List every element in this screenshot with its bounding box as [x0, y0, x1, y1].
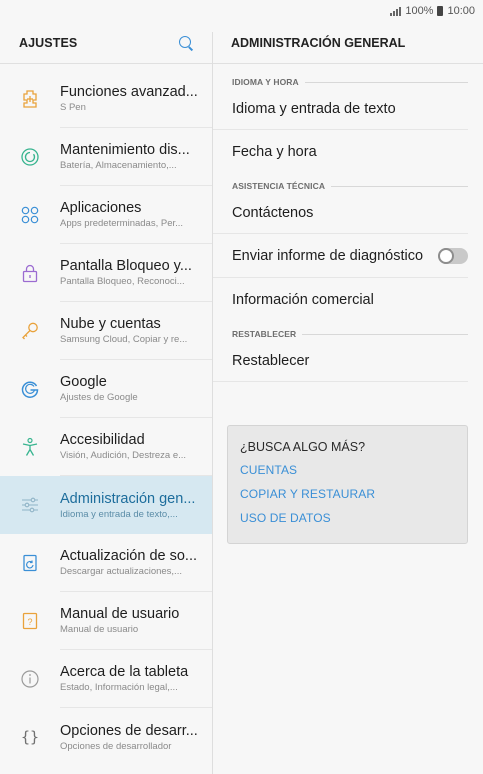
menu-item-advanced-features[interactable]: Funciones avanzad... S Pen — [0, 70, 212, 128]
menu-item-device-maintenance[interactable]: Mantenimiento dis... Batería, Almacenamie… — [0, 128, 212, 186]
battery-percent: 100% — [405, 5, 434, 17]
section-label: RESTABLECER — [232, 329, 297, 339]
menu-item-subtitle: Pantalla Bloqueo, Reconoci... — [60, 276, 185, 287]
svg-text:?: ? — [27, 617, 32, 627]
menu-item-subtitle: Apps predeterminadas, Per... — [60, 218, 184, 229]
accessibility-icon — [0, 437, 60, 457]
svg-text:{}: {} — [21, 728, 39, 746]
section-divider — [304, 81, 468, 83]
menu-item-subtitle: Manual de usuario — [60, 624, 139, 635]
section-reset: RESTABLECER — [213, 328, 483, 340]
settings-header: AJUSTES — [0, 22, 212, 64]
item-label: Fecha y hora — [232, 144, 317, 160]
menu-item-label: Nube y cuentas — [60, 316, 161, 332]
section-language-time: IDIOMA Y HORA — [213, 76, 483, 88]
reset-item[interactable]: Restablecer — [213, 340, 468, 382]
contact-us-item[interactable]: Contáctenos — [213, 192, 468, 234]
status-bar: 100% 10:00 — [0, 0, 483, 22]
section-technical-support: ASISTENCIA TÉCNICA — [213, 180, 483, 192]
menu-item-lock-screen[interactable]: Pantalla Bloqueo y... Pantalla Bloqueo, R… — [0, 244, 212, 302]
general-management-header: ADMINISTRACIÓN GENERAL — [213, 22, 483, 64]
item-label: Enviar informe de diagnóstico — [232, 247, 424, 264]
advanced-features-icon — [0, 89, 60, 109]
diagnostic-report-item[interactable]: Enviar informe de diagnóstico — [213, 234, 468, 278]
language-input-item[interactable]: Idioma y entrada de texto — [213, 88, 468, 130]
menu-item-label: Google — [60, 374, 107, 390]
battery-icon — [437, 6, 444, 16]
menu-item-subtitle: Visión, Audición, Destreza e... — [60, 450, 187, 461]
menu-item-label: Pantalla Bloqueo y... — [60, 258, 192, 274]
menu-item-subtitle: Samsung Cloud, Copiar y re... — [60, 334, 188, 345]
link-data-usage[interactable]: USO DE DATOS — [240, 511, 455, 525]
more-title: ¿BUSCA ALGO MÁS? — [240, 440, 366, 454]
item-label: Información comercial — [232, 292, 374, 308]
menu-item-label: Actualización de so... — [60, 548, 198, 564]
panel-title: ADMINISTRACIÓN GENERAL — [231, 35, 406, 50]
menu-item-accessibility[interactable]: Accesibilidad Visión, Audición, Destreza … — [0, 418, 212, 476]
menu-item-label: Manual de usuario — [60, 606, 180, 622]
menu-item-label: Administración gen... — [60, 490, 196, 507]
lock-icon — [0, 263, 60, 283]
menu-item-user-manual[interactable]: ? Manual de usuario Manual de usuario — [0, 592, 212, 650]
apps-icon — [0, 205, 60, 225]
signal-icon — [390, 6, 402, 16]
menu-item-subtitle: Descargar actualizaciones,... — [60, 566, 182, 577]
link-accounts[interactable]: CUENTAS — [240, 463, 455, 477]
menu-item-label: Funciones avanzad... — [60, 84, 198, 100]
menu-item-subtitle: Estado, Información legal,... — [60, 682, 178, 693]
key-icon — [0, 321, 60, 341]
menu-item-subtitle: Idioma y entrada de texto,... — [60, 508, 178, 520]
menu-item-google[interactable]: Google Ajustes de Google — [0, 360, 212, 418]
section-label: ASISTENCIA TÉCNICA — [232, 181, 326, 191]
menu-item-apps[interactable]: Aplicaciones Apps predeterminadas, Per... — [0, 186, 212, 244]
menu-item-cloud-accounts[interactable]: Nube y cuentas Samsung Cloud, Copiar y re… — [0, 302, 212, 360]
software-update-icon — [0, 553, 60, 573]
menu-item-subtitle: Opciones de desarrollador — [60, 740, 172, 752]
settings-title: AJUSTES — [19, 35, 78, 50]
date-time-item[interactable]: Fecha y hora — [213, 130, 468, 174]
device-maintenance-icon — [0, 147, 60, 167]
menu-item-subtitle: Batería, Almacenamiento,... — [60, 160, 177, 171]
search-icon[interactable] — [178, 35, 194, 51]
menu-item-subtitle: S Pen — [60, 102, 86, 113]
menu-item-subtitle: Ajustes de Google — [60, 392, 138, 403]
diagnostic-toggle[interactable] — [438, 247, 468, 264]
item-label: Idioma y entrada de texto — [232, 100, 396, 117]
menu-item-label: Accesibilidad — [60, 432, 145, 448]
menu-item-developer-options[interactable]: {} Opciones de desarr... Opciones de desa… — [0, 708, 212, 766]
sliders-icon — [0, 495, 60, 515]
marketing-info-item[interactable]: Información comercial — [213, 278, 468, 322]
link-backup-restore[interactable]: COPIAR Y RESTAURAR — [240, 487, 455, 501]
section-divider — [302, 333, 468, 335]
google-icon — [0, 379, 60, 399]
item-label: Restablecer — [232, 352, 310, 369]
menu-item-about-tablet[interactable]: Acerca de la tableta Estado, Información … — [0, 650, 212, 708]
menu-item-software-update[interactable]: Actualización de so... Descargar actualiz… — [0, 534, 212, 592]
settings-panel: AJUSTES Funciones avanzad... S Pen Manten… — [0, 22, 212, 774]
menu-item-label: Acerca de la tableta — [60, 664, 189, 680]
settings-menu: Funciones avanzad... S Pen Mantenimiento … — [0, 70, 212, 766]
menu-item-label: Aplicaciones — [60, 200, 142, 216]
user-manual-icon: ? — [0, 611, 60, 631]
menu-item-label: Mantenimiento dis... — [60, 142, 190, 158]
menu-item-label: Opciones de desarr... — [60, 722, 198, 739]
looking-for-more-card: ¿BUSCA ALGO MÁS? CUENTAS COPIAR Y RESTAU… — [227, 425, 468, 544]
general-management-panel: ADMINISTRACIÓN GENERAL IDIOMA Y HORA Idi… — [213, 22, 483, 774]
item-label: Contáctenos — [232, 204, 314, 221]
section-divider — [331, 185, 468, 187]
developer-braces-icon: {} — [0, 727, 60, 747]
menu-item-general-management[interactable]: Administración gen... Idioma y entrada de… — [0, 476, 212, 534]
clock: 10:00 — [447, 5, 475, 17]
info-icon — [0, 669, 60, 689]
section-label: IDIOMA Y HORA — [232, 77, 299, 87]
